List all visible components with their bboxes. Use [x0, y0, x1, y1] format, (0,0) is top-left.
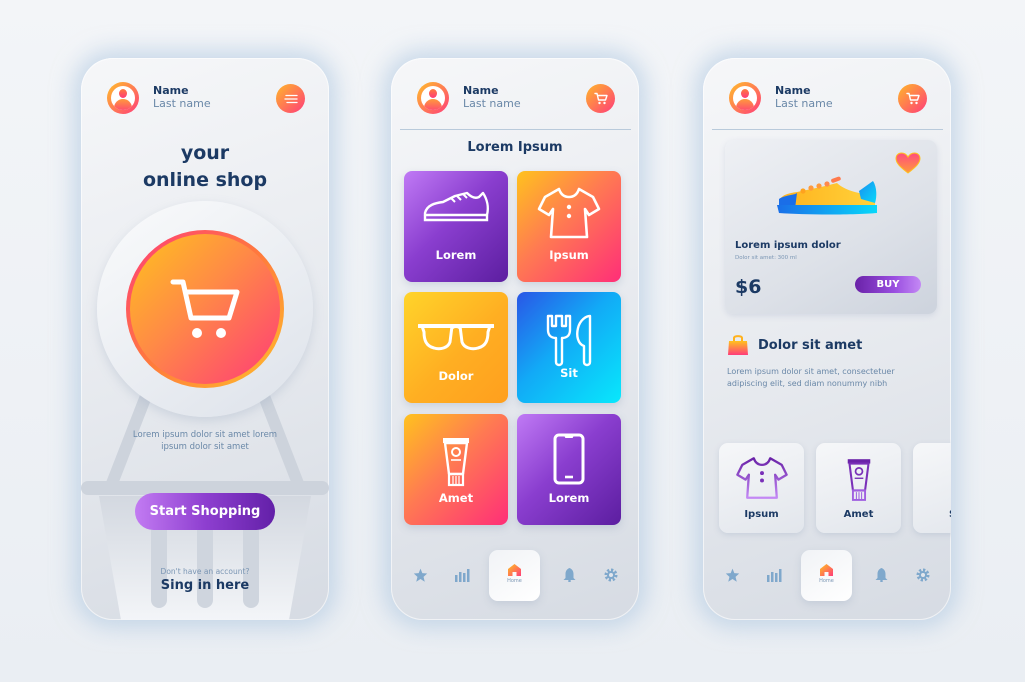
nav-favorites[interactable]: [411, 566, 429, 584]
gear-icon: [604, 568, 618, 582]
nav-stats[interactable]: [765, 566, 783, 584]
glasses-icon: [418, 324, 494, 351]
nav-settings[interactable]: [602, 566, 620, 584]
buy-button[interactable]: BUY: [855, 276, 921, 293]
bottom-nav: Home: [703, 550, 951, 602]
user-icon: [421, 86, 445, 110]
title-line-2: online shop: [142, 169, 268, 191]
category-tile[interactable]: Ipsum: [517, 171, 621, 282]
product-screen: Name Last name Lorem ipsum dolor Dolor s…: [703, 58, 951, 620]
header-divider: [400, 129, 631, 130]
bell-icon: [563, 568, 575, 582]
bottom-nav: Home: [391, 550, 639, 602]
shopping-bag-icon: [727, 334, 749, 360]
section-description: Lorem ipsum dolor sit amet, consectetuer…: [727, 367, 895, 388]
nav-home[interactable]: Home: [489, 550, 540, 601]
avatar[interactable]: [729, 82, 761, 114]
product-card[interactable]: Lorem ipsum dolor Dolor sit amet: 300 ml…: [725, 140, 937, 314]
nav-favorites[interactable]: [723, 566, 741, 584]
cart-icon: [905, 92, 920, 105]
user-name: Name: [463, 84, 499, 97]
cart-button[interactable]: [586, 84, 615, 113]
nav-notifications[interactable]: [872, 566, 890, 584]
tshirt-icon: [735, 457, 788, 499]
sneaker-icon: [423, 191, 489, 222]
category-tile[interactable]: Dolor: [404, 292, 508, 403]
categories-screen: Name Last name Lorem Ipsum Lorem Ipsum D…: [391, 58, 639, 620]
star-icon: [413, 568, 427, 582]
profile-header: Name Last name: [417, 82, 615, 116]
section-title: Lorem Ipsum: [467, 140, 563, 155]
shopping-cart-icon: [170, 279, 240, 338]
category-tile[interactable]: Amet: [404, 414, 508, 525]
user-last-name: Last name: [153, 97, 211, 110]
profile-header: Name Last name: [107, 82, 305, 116]
nav-notifications[interactable]: [560, 566, 578, 584]
start-shopping-button[interactable]: Start Shopping: [135, 493, 275, 530]
category-label: Amet: [438, 491, 474, 505]
user-icon: [111, 86, 135, 110]
product-price: $6: [735, 276, 762, 298]
category-tile[interactable]: Sit: [517, 292, 621, 403]
category-tile[interactable]: Lorem: [517, 414, 621, 525]
nav-home[interactable]: Home: [801, 550, 852, 601]
category-label: Lorem: [548, 491, 590, 505]
nav-stats[interactable]: [453, 566, 471, 584]
welcome-description: Lorem ipsum dolor sit amet lorem ipsum d…: [132, 430, 278, 452]
user-name: Name: [775, 84, 811, 97]
star-icon: [725, 568, 739, 582]
header-divider: [712, 129, 943, 130]
product-shoe-image: [777, 176, 877, 215]
product-title: Lorem ipsum dolor: [735, 240, 841, 251]
user-icon: [733, 86, 757, 110]
title-line-1: your: [180, 142, 230, 164]
mini-category-card[interactable]: S: [913, 443, 951, 533]
mini-category-label: S: [913, 509, 951, 520]
avatar[interactable]: [417, 82, 449, 114]
home-label: Home: [819, 578, 834, 584]
category-label: Ipsum: [549, 248, 589, 262]
cart-button[interactable]: [898, 84, 927, 113]
home-icon: [820, 564, 833, 576]
category-label: Sit: [560, 366, 578, 380]
fork-knife-icon: [546, 314, 592, 367]
heart-icon: [895, 152, 921, 174]
mini-category-card[interactable]: Ipsum: [719, 443, 804, 533]
product-subtitle: Dolor sit amet: 300 ml: [735, 255, 797, 261]
page-title: your online shop: [81, 140, 329, 194]
gear-icon: [916, 568, 930, 582]
no-account-text: Don't have an account?: [160, 567, 250, 576]
user-last-name: Last name: [775, 97, 833, 110]
cream-tube-icon: [443, 438, 469, 487]
chart-icon: [454, 569, 469, 582]
tshirt-icon: [537, 187, 601, 239]
menu-button[interactable]: [276, 84, 305, 113]
category-label: Dolor: [438, 369, 474, 383]
nav-settings[interactable]: [914, 566, 932, 584]
section-title: Dolor sit amet: [758, 338, 863, 353]
mini-category-label: Ipsum: [744, 509, 779, 520]
mini-category-label: Amet: [843, 509, 874, 520]
profile-header: Name Last name: [729, 82, 927, 116]
mini-category-card[interactable]: Amet: [816, 443, 901, 533]
avatar[interactable]: [107, 82, 139, 114]
user-last-name: Last name: [463, 97, 521, 110]
cream-tube-icon: [847, 459, 870, 501]
smartphone-icon: [553, 433, 585, 485]
category-label: Lorem: [435, 248, 477, 262]
favorite-button[interactable]: [895, 152, 921, 178]
hero-circle: [126, 230, 284, 388]
bell-icon: [875, 568, 887, 582]
chart-icon: [766, 569, 781, 582]
welcome-screen: Name Last name your online shop Lorem ip…: [81, 58, 329, 620]
cart-icon: [593, 92, 608, 105]
home-label: Home: [507, 578, 522, 584]
menu-icon: [283, 94, 298, 103]
user-name: Name: [153, 84, 189, 97]
home-icon: [508, 564, 521, 576]
category-tile[interactable]: Lorem: [404, 171, 508, 282]
sign-in-link[interactable]: Sing in here: [81, 578, 329, 593]
